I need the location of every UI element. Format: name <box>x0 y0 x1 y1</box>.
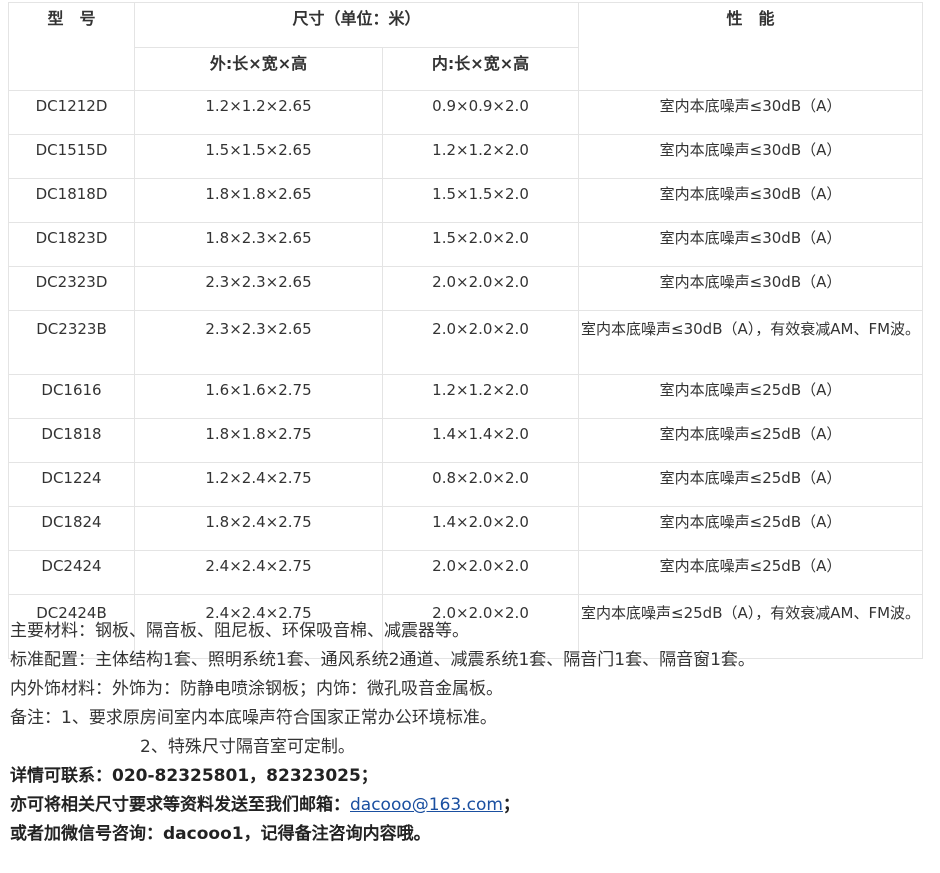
header-size-group: 尺寸（单位：米） <box>133 2 580 48</box>
cell-performance: 室内本底噪声≤30dB（A） <box>578 90 924 135</box>
table-body: DC1212D 1.2×1.2×2.65 0.9×0.9×2.0 室内本底噪声≤30d… <box>8 90 924 659</box>
cell-performance: 室内本底噪声≤30dB（A） <box>578 178 924 223</box>
contact-wechat: 或者加微信号咨询：dacooo1，记得备注咨询内容哦。 <box>10 824 431 844</box>
email-link[interactable]: dacooo@163.com <box>350 795 503 815</box>
email-suffix: ； <box>502 795 520 815</box>
cell-outer-size: 1.8×2.3×2.65 <box>134 222 383 267</box>
cell-model: DC1818 <box>8 418 135 463</box>
cell-inner-size: 1.2×1.2×2.0 <box>381 374 580 419</box>
notes-section: 主要材料：钢板、隔音板、阻尼板、环保吸音棉、减震器等。 标准配置：主体结构1套、… <box>10 617 930 849</box>
cell-inner-size: 1.5×2.0×2.0 <box>381 222 580 267</box>
header-outer-size: 外:长×宽×高 <box>134 47 383 91</box>
cell-model: DC1212D <box>8 90 135 135</box>
cell-inner-size: 1.2×1.2×2.0 <box>381 134 580 179</box>
cell-outer-size: 1.5×1.5×2.65 <box>134 134 383 179</box>
cell-model: DC1823D <box>8 222 135 267</box>
table-row: DC1224 1.2×2.4×2.75 0.8×2.0×2.0 室内本底噪声≤25dB… <box>8 462 924 507</box>
cell-performance: 室内本底噪声≤25dB（A） <box>578 462 924 507</box>
contact-phone: 详情可联系：020-82325801，82323025； <box>10 766 378 786</box>
cell-model: DC2323B <box>8 310 135 375</box>
cell-performance: 室内本底噪声≤30dB（A） <box>578 266 924 311</box>
cell-inner-size: 0.8×2.0×2.0 <box>381 462 580 507</box>
cell-outer-size: 1.8×2.4×2.75 <box>134 506 383 551</box>
cell-performance: 室内本底噪声≤25dB（A） <box>578 374 924 419</box>
finish-note: 内外饰材料：外饰为：防静电喷涂钢板；内饰：微孔吸音金属板。 <box>10 679 503 699</box>
contact-email-line: 亦可将相关尺寸要求等资料发送至我们邮箱：dacooo@163.com； <box>10 791 930 820</box>
cell-performance: 室内本底噪声≤25dB（A） <box>578 506 924 551</box>
cell-outer-size: 2.4×2.4×2.75 <box>134 550 383 595</box>
remark-1: 备注：1、要求原房间室内本底噪声符合国家正常办公环境标准。 <box>10 708 497 728</box>
header-inner-size: 内:长×宽×高 <box>381 47 580 91</box>
cell-inner-size: 2.0×2.0×2.0 <box>381 310 580 375</box>
config-note: 标准配置：主体结构1套、照明系统1套、通风系统2通道、减震系统1套、隔音门1套、… <box>10 650 755 670</box>
table-row: DC1824 1.8×2.4×2.75 1.4×2.0×2.0 室内本底噪声≤25dB… <box>8 506 924 551</box>
table-row: DC1515D 1.5×1.5×2.65 1.2×1.2×2.0 室内本底噪声≤30d… <box>8 134 924 179</box>
cell-inner-size: 1.5×1.5×2.0 <box>381 178 580 223</box>
cell-performance: 室内本底噪声≤30dB（A） <box>578 222 924 267</box>
table-row: DC1823D 1.8×2.3×2.65 1.5×2.0×2.0 室内本底噪声≤30d… <box>8 222 924 267</box>
cell-model: DC1616 <box>8 374 135 419</box>
table-row: DC2323D 2.3×2.3×2.65 2.0×2.0×2.0 室内本底噪声≤30d… <box>8 266 924 311</box>
cell-inner-size: 2.0×2.0×2.0 <box>381 266 580 311</box>
cell-model: DC1224 <box>8 462 135 507</box>
table-row: DC2323B 2.3×2.3×2.65 2.0×2.0×2.0 室内本底噪声≤30d… <box>8 310 924 375</box>
remark-2: 2、特殊尺寸隔音室可定制。 <box>140 737 355 757</box>
cell-outer-size: 1.8×1.8×2.75 <box>134 418 383 463</box>
table-row: DC1818 1.8×1.8×2.75 1.4×1.4×2.0 室内本底噪声≤25dB… <box>8 418 924 463</box>
cell-model: DC1515D <box>8 134 135 179</box>
cell-performance: 室内本底噪声≤30dB（A），有效衰减AM、FM波。 <box>578 310 924 375</box>
cell-inner-size: 1.4×2.0×2.0 <box>381 506 580 551</box>
cell-outer-size: 2.3×2.3×2.65 <box>134 310 383 375</box>
table-row: DC1818D 1.8×1.8×2.65 1.5×1.5×2.0 室内本底噪声≤30d… <box>8 178 924 223</box>
cell-outer-size: 1.2×1.2×2.65 <box>134 90 383 135</box>
email-prefix: 亦可将相关尺寸要求等资料发送至我们邮箱： <box>10 795 350 815</box>
cell-performance: 室内本底噪声≤25dB（A） <box>578 550 924 595</box>
materials-note: 主要材料：钢板、隔音板、阻尼板、环保吸音棉、减震器等。 <box>10 621 469 641</box>
header-model: 型 号 <box>8 2 135 91</box>
cell-outer-size: 1.2×2.4×2.75 <box>134 462 383 507</box>
cell-outer-size: 1.8×1.8×2.65 <box>134 178 383 223</box>
cell-model: DC1824 <box>8 506 135 551</box>
table-row: DC1616 1.6×1.6×2.75 1.2×1.2×2.0 室内本底噪声≤25dB… <box>8 374 924 419</box>
cell-model: DC2323D <box>8 266 135 311</box>
spec-table: 型 号 尺寸（单位：米） 性 能 外:长×宽×高 内:长×宽×高 DC1212D… <box>8 2 924 659</box>
cell-inner-size: 1.4×1.4×2.0 <box>381 418 580 463</box>
table-row: DC2424 2.4×2.4×2.75 2.0×2.0×2.0 室内本底噪声≤25dB… <box>8 550 924 595</box>
table-row: DC1212D 1.2×1.2×2.65 0.9×0.9×2.0 室内本底噪声≤30d… <box>8 90 924 135</box>
cell-inner-size: 2.0×2.0×2.0 <box>381 550 580 595</box>
cell-performance: 室内本底噪声≤30dB（A） <box>578 134 924 179</box>
cell-model: DC1818D <box>8 178 135 223</box>
cell-performance: 室内本底噪声≤25dB（A） <box>578 418 924 463</box>
cell-outer-size: 1.6×1.6×2.75 <box>134 374 383 419</box>
cell-inner-size: 0.9×0.9×2.0 <box>381 90 580 135</box>
table-header-row: 型 号 尺寸（单位：米） 性 能 <box>8 2 924 91</box>
cell-model: DC2424 <box>8 550 135 595</box>
cell-outer-size: 2.3×2.3×2.65 <box>134 266 383 311</box>
header-performance: 性 能 <box>578 2 924 91</box>
